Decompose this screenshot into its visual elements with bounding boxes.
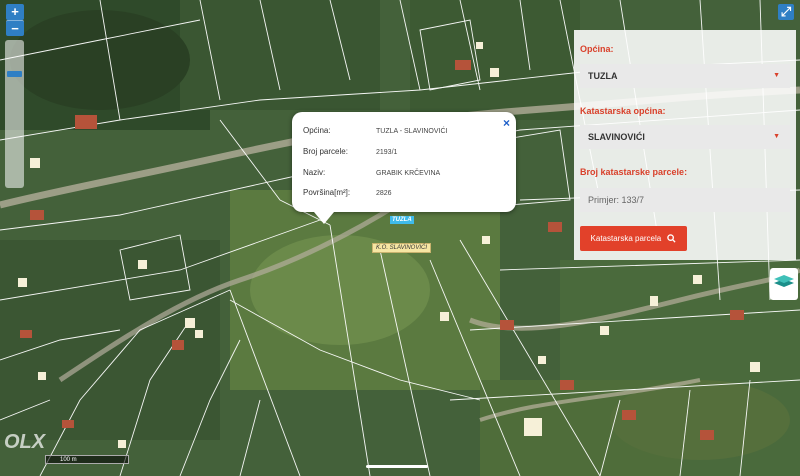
popup-value: 2826: [376, 190, 392, 197]
ko-select-value: SLAVINOVIĆI: [588, 132, 645, 142]
opcina-label: Općina:: [580, 44, 614, 54]
popup-value: 2193/1: [376, 149, 398, 156]
zoom-slider[interactable]: [5, 40, 24, 188]
popup-row-povrsina: Površina[m²]: 2826: [303, 188, 392, 197]
scale-bar: 100 m: [45, 455, 129, 464]
olx-watermark: OLX: [4, 428, 52, 460]
popup-value: TUZLA - SLAVINOVIĆI: [376, 128, 448, 135]
zoom-out-button[interactable]: −: [6, 20, 24, 36]
search-icon: [667, 234, 677, 243]
opcina-select[interactable]: TUZLA ▼: [580, 64, 790, 88]
parcel-label: Broj katastarske parcele:: [580, 167, 688, 177]
popup-label: Općina:: [303, 126, 331, 135]
map-label-tuzla: TUZLA: [390, 216, 414, 224]
popup-row-opcina: Općina: TUZLA - SLAVINOVIĆI: [303, 126, 447, 135]
chevron-down-icon: ▼: [773, 72, 780, 79]
close-icon[interactable]: ×: [503, 116, 510, 130]
zoom-in-button[interactable]: +: [6, 4, 24, 20]
map-label-ko: K.O. SLAVINOVIĆI: [372, 243, 432, 253]
parcel-info-popup: × Općina: TUZLA - SLAVINOVIĆI Broj parcel…: [292, 112, 516, 224]
popup-row-naziv: Naziv: GRABIK KRČEVINA: [303, 168, 440, 177]
popup-label: Broj parcele:: [303, 147, 348, 156]
popup-label: Naziv:: [303, 168, 326, 177]
opcina-select-value: TUZLA: [588, 71, 618, 81]
ko-label: Katastarska općina:: [580, 106, 666, 116]
layers-icon: [774, 275, 794, 287]
search-parcel-label: Katastarska parcela: [590, 234, 662, 243]
popup-value: GRABIK KRČEVINA: [376, 170, 441, 177]
fullscreen-button[interactable]: ⤢: [778, 4, 794, 20]
layers-button[interactable]: [770, 268, 798, 300]
search-panel: Općina: TUZLA ▼ Katastarska općina: SLAV…: [574, 30, 796, 260]
search-parcel-button[interactable]: Katastarska parcela: [580, 226, 687, 251]
chevron-down-icon: ▼: [773, 133, 780, 140]
svg-text:OLX: OLX: [4, 431, 47, 453]
drawer-handle[interactable]: [366, 465, 428, 468]
zoom-slider-handle[interactable]: [7, 71, 22, 77]
popup-row-broj-parcele: Broj parcele: 2193/1: [303, 147, 397, 156]
ko-select[interactable]: SLAVINOVIĆI ▼: [580, 125, 790, 149]
olx-logo: OLX: [4, 431, 47, 453]
popup-label: Površina[m²]:: [303, 188, 351, 197]
parcel-input[interactable]: Primjer: 133/7: [580, 188, 790, 212]
